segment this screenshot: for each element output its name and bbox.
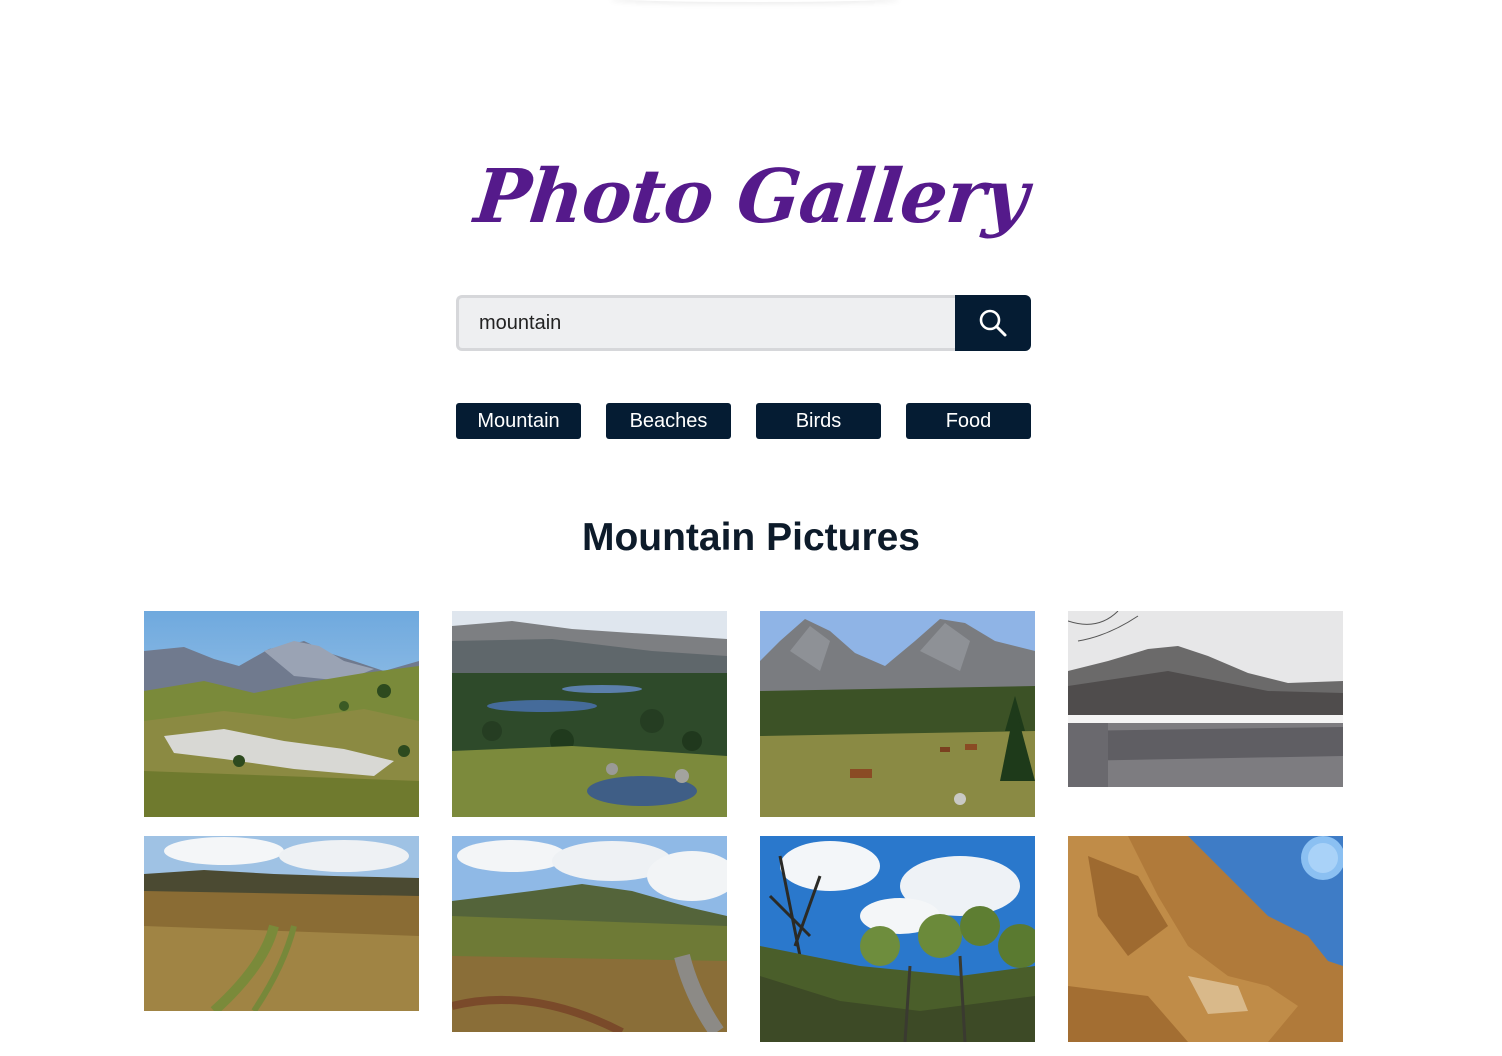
page-title: Photo Gallery	[470, 154, 1032, 240]
search-icon	[979, 309, 1007, 337]
gallery-photo[interactable]	[760, 836, 1035, 1042]
gallery-photo[interactable]	[1068, 611, 1343, 787]
search-bar	[456, 295, 1031, 351]
top-edge-shadow	[610, 0, 900, 2]
gallery-photo[interactable]	[144, 611, 419, 817]
search-input[interactable]	[456, 295, 955, 351]
category-mountain-button[interactable]: Mountain	[456, 403, 581, 439]
gallery-photo[interactable]	[452, 611, 727, 817]
category-birds-button[interactable]: Birds	[756, 403, 881, 439]
photo-gallery-page: Photo Gallery Mountain Beaches Birds Foo…	[0, 0, 1502, 1056]
search-button[interactable]	[955, 295, 1031, 351]
gallery-photo[interactable]	[1068, 836, 1343, 1042]
category-beaches-button[interactable]: Beaches	[606, 403, 731, 439]
gallery-photo[interactable]	[144, 836, 419, 1011]
results-heading: Mountain Pictures	[581, 516, 921, 559]
category-food-button[interactable]: Food	[906, 403, 1031, 439]
gallery-photo[interactable]	[760, 611, 1035, 817]
category-buttons: Mountain Beaches Birds Food	[456, 403, 1031, 439]
gallery-photo[interactable]	[452, 836, 727, 1032]
